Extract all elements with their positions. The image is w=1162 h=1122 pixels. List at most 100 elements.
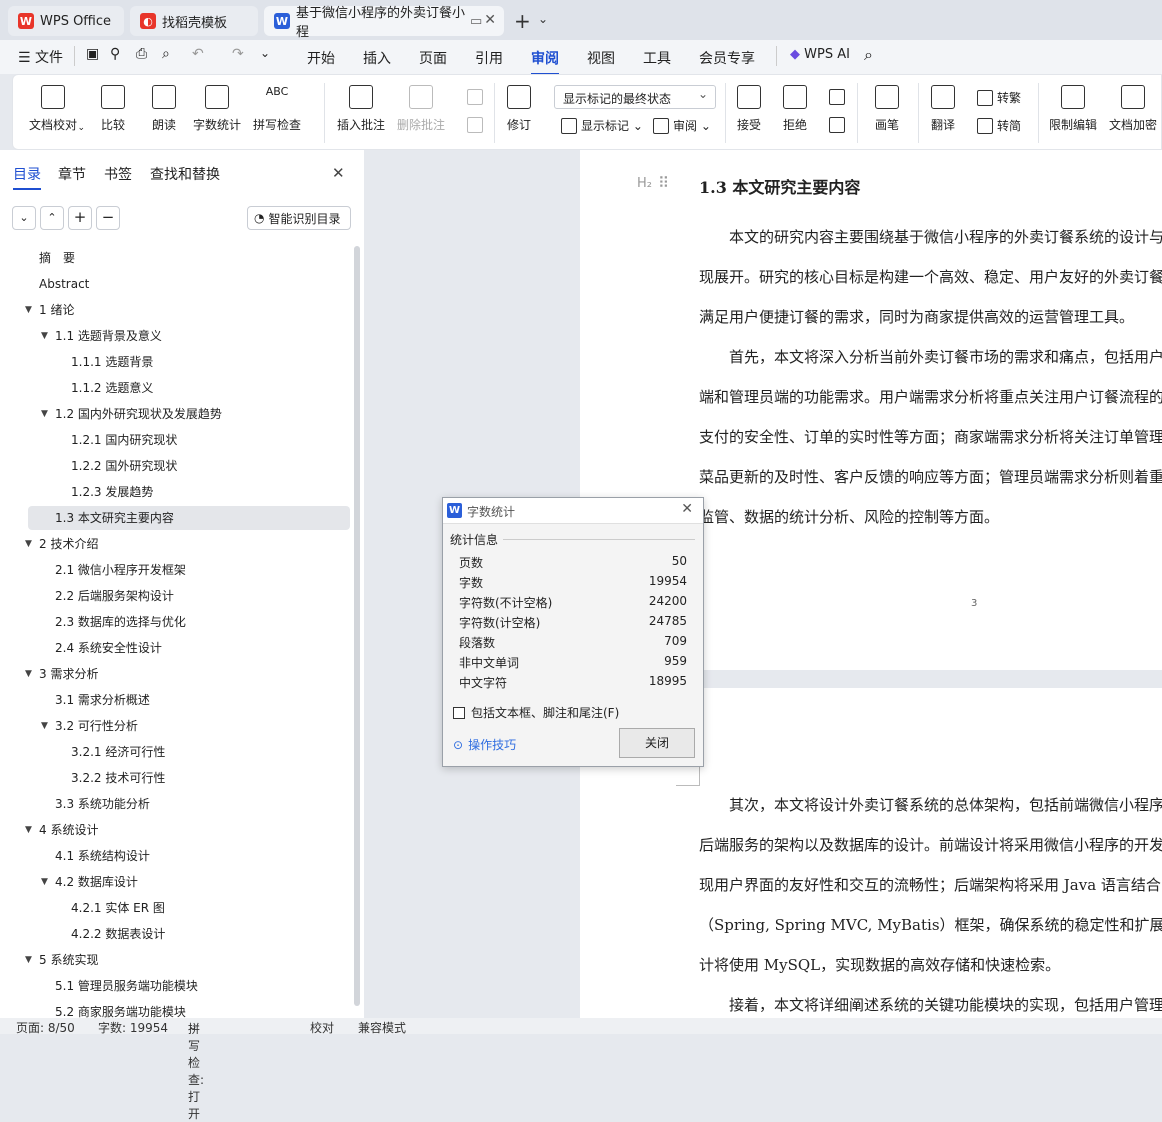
- toc-item[interactable]: 2.4 系统安全性设计: [55, 636, 162, 660]
- toc-item[interactable]: 3.3 系统功能分析: [55, 792, 150, 816]
- menu-tools[interactable]: 工具: [643, 48, 671, 68]
- toc-item[interactable]: ▼ 4.2 数据库设计: [41, 870, 138, 894]
- menu-insert[interactable]: 插入: [363, 48, 391, 68]
- expand-arrow-icon[interactable]: ▼: [41, 402, 48, 426]
- toc-item[interactable]: 4.1 系统结构设计: [55, 844, 150, 868]
- remove-heading-icon[interactable]: −: [96, 206, 120, 230]
- toc-item[interactable]: 1.3 本文研究主要内容: [55, 506, 174, 530]
- tab-find-replace[interactable]: 查找和替换: [150, 164, 220, 184]
- menu-review[interactable]: 审阅: [531, 48, 559, 75]
- smart-toc-button[interactable]: ◔ 智能识别目录: [247, 206, 351, 230]
- spell-check-button[interactable]: ABC 拼写检查: [253, 85, 301, 133]
- markup-state-select[interactable]: 显示标记的最终状态: [554, 85, 716, 109]
- delete-comment-button[interactable]: 删除批注: [397, 85, 445, 133]
- print-preview-icon[interactable]: ⌕: [162, 46, 170, 62]
- add-heading-icon[interactable]: +: [68, 206, 92, 230]
- expand-arrow-icon[interactable]: ▼: [41, 324, 48, 348]
- to-traditional-button[interactable]: 转繁: [977, 89, 1021, 106]
- menu-references[interactable]: 引用: [475, 48, 503, 68]
- toc-item[interactable]: 4.2.2 数据表设计: [71, 922, 165, 946]
- toc-item[interactable]: 1.1.1 选题背景: [71, 350, 153, 374]
- expand-arrow-icon[interactable]: ▼: [41, 870, 48, 894]
- proofread-button[interactable]: 文档校对 ⌄: [29, 85, 85, 133]
- track-changes-button[interactable]: 修订: [507, 85, 531, 133]
- menu-page[interactable]: 页面: [419, 48, 447, 68]
- proof-indicator[interactable]: 校对: [310, 1019, 334, 1036]
- print-icon[interactable]: ⎙: [136, 46, 147, 62]
- expand-arrow-icon[interactable]: ▼: [25, 298, 32, 322]
- expand-up-icon[interactable]: ⌃: [40, 206, 64, 230]
- toc-item[interactable]: 3.2.2 技术可行性: [71, 766, 165, 790]
- next-comment-icon[interactable]: [467, 117, 483, 133]
- page-indicator[interactable]: 页面: 8/50: [16, 1019, 75, 1036]
- toc-item[interactable]: ▼ 4 系统设计: [25, 818, 98, 842]
- toc-item[interactable]: ▼ 1.2 国内外研究现状及发展趋势: [41, 402, 222, 426]
- compare-button[interactable]: 比较: [101, 85, 125, 133]
- tab-toc[interactable]: 目录: [13, 164, 41, 190]
- collapse-icon[interactable]: ⌄: [12, 206, 36, 230]
- chevron-down-icon[interactable]: ⌄: [538, 12, 548, 26]
- toc-item[interactable]: 1.1.2 选题意义: [71, 376, 153, 400]
- next-change-icon[interactable]: [829, 117, 845, 133]
- close-pane-icon[interactable]: ✕: [332, 164, 345, 182]
- drag-handle-icon[interactable]: ⠿: [658, 174, 669, 192]
- prev-change-icon[interactable]: [829, 89, 845, 105]
- close-tab-icon[interactable]: ✕: [484, 12, 496, 28]
- insert-comment-button[interactable]: 插入批注: [337, 85, 385, 133]
- toc-item[interactable]: ▼ 1.1 选题背景及意义: [41, 324, 162, 348]
- tab-wps-office[interactable]: W WPS Office: [8, 6, 124, 36]
- encrypt-button[interactable]: 文档加密: [1109, 85, 1157, 133]
- tab-document[interactable]: W 基于微信小程序的外卖订餐小程 ▭ ✕: [264, 6, 504, 40]
- spell-check-indicator[interactable]: 拼写检查: 打开 ⌄: [188, 1019, 204, 1121]
- toc-item[interactable]: 2.2 后端服务架构设计: [55, 584, 174, 608]
- new-tab-icon[interactable]: +: [514, 9, 531, 33]
- toc-item[interactable]: ▼ 2 技术介绍: [25, 532, 98, 556]
- word-count-button[interactable]: 字数统计: [193, 85, 241, 133]
- include-textbox-checkbox[interactable]: 包括文本框、脚注和尾注(F): [453, 704, 619, 721]
- review-pane-button[interactable]: 审阅 ⌄: [653, 117, 711, 134]
- toc-item[interactable]: ▼ 3 需求分析: [25, 662, 98, 686]
- translate-button[interactable]: 翻译: [931, 85, 955, 133]
- toc-item[interactable]: 5.1 管理员服务端功能模块: [55, 974, 198, 998]
- menu-membership[interactable]: 会员专享: [699, 48, 755, 68]
- toc-item[interactable]: 3.1 需求分析概述: [55, 688, 150, 712]
- save-icon[interactable]: ▣: [86, 46, 99, 62]
- toc-item[interactable]: ▼ 1 绪论: [25, 298, 74, 322]
- prev-comment-icon[interactable]: [467, 89, 483, 105]
- toc-item[interactable]: 4.2.1 实体 ER 图: [71, 896, 165, 920]
- accept-button[interactable]: 接受: [737, 85, 761, 133]
- file-menu[interactable]: ☰ 文件: [18, 47, 63, 67]
- toc-item[interactable]: 2.1 微信小程序开发框架: [55, 558, 186, 582]
- toc-item[interactable]: Abstract: [39, 272, 89, 296]
- expand-arrow-icon[interactable]: ▼: [25, 662, 32, 686]
- reject-button[interactable]: 拒绝: [783, 85, 807, 133]
- pen-button[interactable]: 画笔: [875, 85, 899, 133]
- toc-item[interactable]: 3.2.1 经济可行性: [71, 740, 165, 764]
- expand-arrow-icon[interactable]: ▼: [25, 532, 32, 556]
- tab-bookmarks[interactable]: 书签: [104, 164, 132, 184]
- share-icon[interactable]: ⚲: [110, 46, 120, 62]
- menu-view[interactable]: 视图: [587, 48, 615, 68]
- toc-item[interactable]: 1.2.3 发展趋势: [71, 480, 153, 504]
- toc-item[interactable]: 1.2.2 国外研究现状: [71, 454, 177, 478]
- read-aloud-button[interactable]: 朗读: [152, 85, 176, 133]
- toc-item[interactable]: 2.3 数据库的选择与优化: [55, 610, 186, 634]
- toc-item[interactable]: ▼ 5 系统实现: [25, 948, 98, 972]
- undo-icon[interactable]: ↶: [192, 46, 204, 62]
- tips-link[interactable]: ⊙ 操作技巧: [453, 736, 516, 753]
- tab-docer-templates[interactable]: ◐ 找稻壳模板: [130, 6, 258, 36]
- scrollbar[interactable]: [354, 246, 360, 1006]
- redo-icon[interactable]: ↷: [232, 46, 244, 62]
- to-simplified-button[interactable]: 转简: [977, 117, 1021, 134]
- menu-home[interactable]: 开始: [307, 48, 335, 68]
- toc-item[interactable]: 1.2.1 国内研究现状: [71, 428, 177, 452]
- restrict-editing-button[interactable]: 限制编辑: [1049, 85, 1097, 133]
- wps-ai-button[interactable]: ◆ WPS AI: [790, 47, 850, 62]
- expand-arrow-icon[interactable]: ▼: [41, 714, 48, 738]
- expand-arrow-icon[interactable]: ▼: [25, 948, 32, 972]
- close-icon[interactable]: ✕: [681, 501, 693, 517]
- search-icon[interactable]: ⌕: [864, 45, 873, 65]
- tab-sections[interactable]: 章节: [58, 164, 86, 184]
- close-button[interactable]: 关闭: [619, 728, 695, 758]
- toc-item[interactable]: 摘 要: [39, 246, 75, 270]
